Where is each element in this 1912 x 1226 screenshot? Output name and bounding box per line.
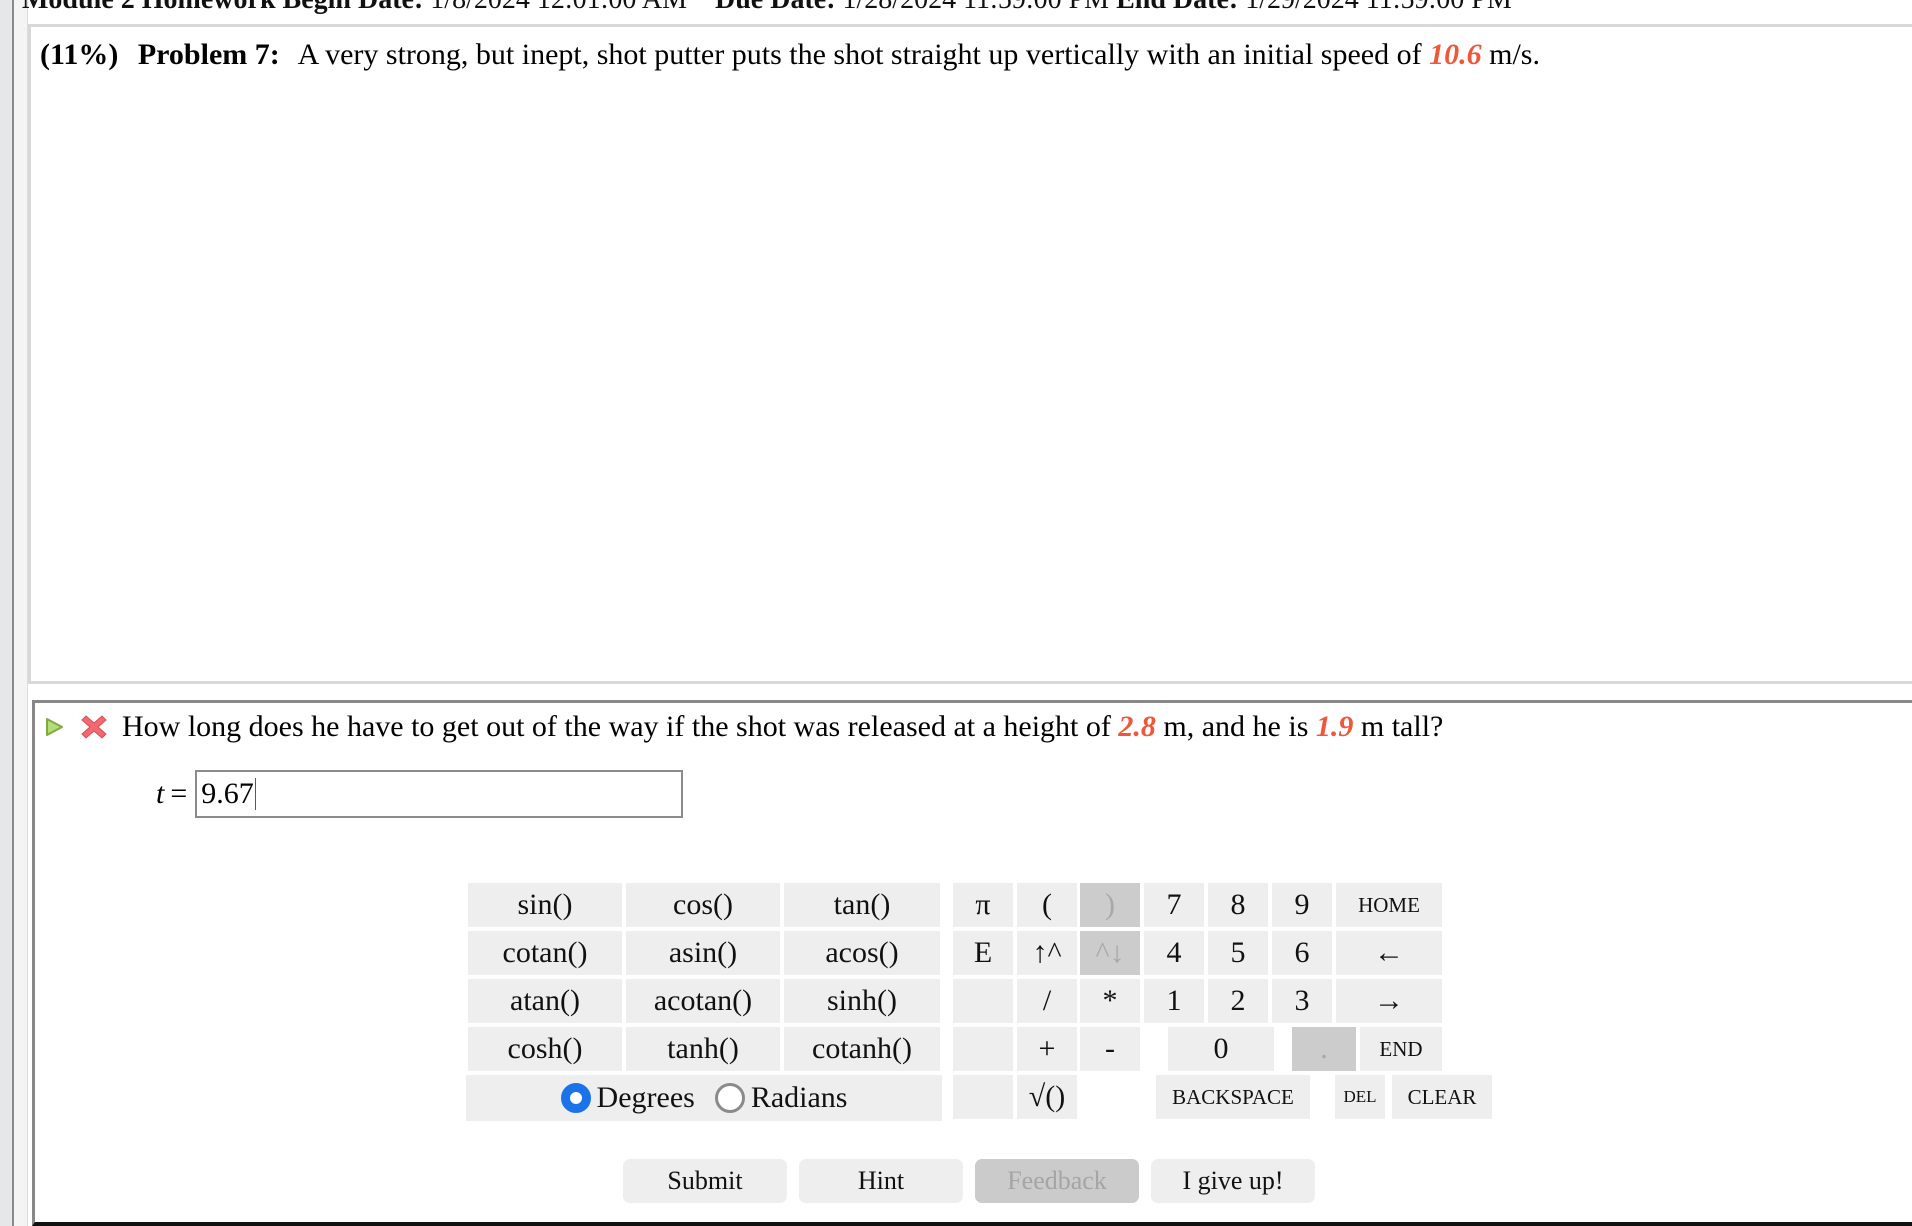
key-cotanh[interactable]: cotanh(): [784, 1027, 940, 1071]
problem-number: Problem 7:: [137, 38, 280, 71]
radio-degrees[interactable]: [560, 1083, 591, 1113]
due-date-label: Due Date:: [715, 0, 836, 15]
release-height-value: 2.8: [1118, 710, 1156, 743]
key-home[interactable]: HOME: [1336, 883, 1442, 927]
degrees-label[interactable]: Degrees: [597, 1081, 695, 1115]
key-tan[interactable]: tan(): [784, 883, 940, 927]
answer-row: t = 9.67: [156, 770, 684, 818]
answer-input[interactable]: 9.67: [195, 770, 684, 818]
initial-speed-value: 10.6: [1429, 38, 1482, 71]
key-clear[interactable]: CLEAR: [1392, 1075, 1492, 1119]
question-text-middle: m, and he is: [1163, 710, 1309, 743]
feedback-button: Feedback: [975, 1159, 1139, 1203]
begin-date-value: 1/8/2024 12:01:00 AM: [430, 0, 687, 15]
question-text-before: How long does he have to get out of the …: [122, 710, 1111, 743]
key-3[interactable]: 3: [1272, 979, 1332, 1023]
incorrect-x-icon: [81, 715, 107, 739]
key-minus[interactable]: -: [1080, 1027, 1140, 1071]
key-tanh[interactable]: tanh(): [626, 1027, 780, 1071]
key-empty-2: [953, 1027, 1013, 1071]
key-8[interactable]: 8: [1208, 883, 1268, 927]
key-cursor-left[interactable]: ←: [1336, 931, 1442, 975]
key-end[interactable]: END: [1360, 1027, 1442, 1071]
key-0[interactable]: 0: [1168, 1027, 1274, 1071]
key-e[interactable]: E: [953, 931, 1013, 975]
angle-mode-group: Degrees Radians: [466, 1075, 942, 1121]
key-open-paren[interactable]: (: [1017, 883, 1077, 927]
key-sqrt[interactable]: √(): [1017, 1075, 1077, 1119]
key-power-up[interactable]: ↑^: [1017, 931, 1077, 975]
left-rail-inner: [14, 0, 28, 1226]
key-pi[interactable]: π: [953, 883, 1013, 927]
person-height-value: 1.9: [1315, 710, 1354, 743]
assignment-dates-header: Module 2 Homework Begin Date: 1/8/2024 1…: [22, 0, 1512, 15]
key-acos[interactable]: acos(): [784, 931, 940, 975]
key-plus[interactable]: +: [1017, 1027, 1077, 1071]
due-date-value: 1/28/2024 11:59:00 PM: [843, 0, 1110, 15]
answer-variable: t: [156, 777, 165, 810]
key-2[interactable]: 2: [1208, 979, 1268, 1023]
key-4[interactable]: 4: [1144, 931, 1204, 975]
assignment-label: Module 2 Homework: [22, 0, 276, 15]
problem-statement: (11%) Problem 7: A very strong, but inep…: [40, 38, 1540, 72]
key-cursor-right[interactable]: →: [1336, 979, 1442, 1023]
submit-button[interactable]: Submit: [623, 1159, 787, 1203]
key-divide[interactable]: /: [1017, 979, 1077, 1023]
problem-text-before: A very strong, but inept, shot putter pu…: [297, 38, 1422, 71]
key-asin[interactable]: asin(): [626, 931, 780, 975]
equals-sign: =: [170, 777, 188, 810]
key-acotan[interactable]: acotan(): [626, 979, 780, 1023]
hint-button[interactable]: Hint: [799, 1159, 963, 1203]
left-rail: [0, 0, 14, 1226]
key-6[interactable]: 6: [1272, 931, 1332, 975]
key-empty-3: [953, 1075, 1013, 1119]
give-up-button[interactable]: I give up!: [1151, 1159, 1315, 1203]
key-sin[interactable]: sin(): [468, 883, 622, 927]
key-cosh[interactable]: cosh(): [468, 1027, 622, 1071]
key-cos[interactable]: cos(): [626, 883, 780, 927]
problem-weight: (11%): [40, 38, 119, 71]
problem-statement-box: [28, 24, 1912, 684]
play-icon[interactable]: [42, 715, 66, 739]
key-5[interactable]: 5: [1208, 931, 1268, 975]
key-sinh[interactable]: sinh(): [784, 979, 940, 1023]
problem-text-after: m/s.: [1489, 38, 1540, 71]
question-text-after: m tall?: [1360, 710, 1444, 743]
key-del[interactable]: DEL: [1335, 1075, 1385, 1119]
key-empty-1: [953, 979, 1013, 1023]
answer-value: 9.67: [201, 777, 254, 810]
key-multiply[interactable]: *: [1080, 979, 1140, 1023]
end-date-label: End Date:: [1116, 0, 1238, 15]
begin-date-label: Begin Date:: [283, 0, 424, 15]
key-decimal[interactable]: .: [1292, 1027, 1356, 1071]
text-caret: [254, 778, 257, 810]
key-power-down[interactable]: ^↓: [1080, 931, 1140, 975]
key-1[interactable]: 1: [1144, 979, 1204, 1023]
radio-radians[interactable]: [714, 1083, 745, 1113]
question-row: How long does he have to get out of the …: [42, 705, 1443, 749]
end-date-value: 1/29/2024 11:59:00 PM: [1245, 0, 1512, 15]
key-9[interactable]: 9: [1272, 883, 1332, 927]
radians-label[interactable]: Radians: [751, 1081, 848, 1115]
key-cotan[interactable]: cotan(): [468, 931, 622, 975]
key-atan[interactable]: atan(): [468, 979, 622, 1023]
key-close-paren[interactable]: ): [1080, 883, 1140, 927]
key-7[interactable]: 7: [1144, 883, 1204, 927]
key-backspace[interactable]: BACKSPACE: [1156, 1075, 1310, 1119]
